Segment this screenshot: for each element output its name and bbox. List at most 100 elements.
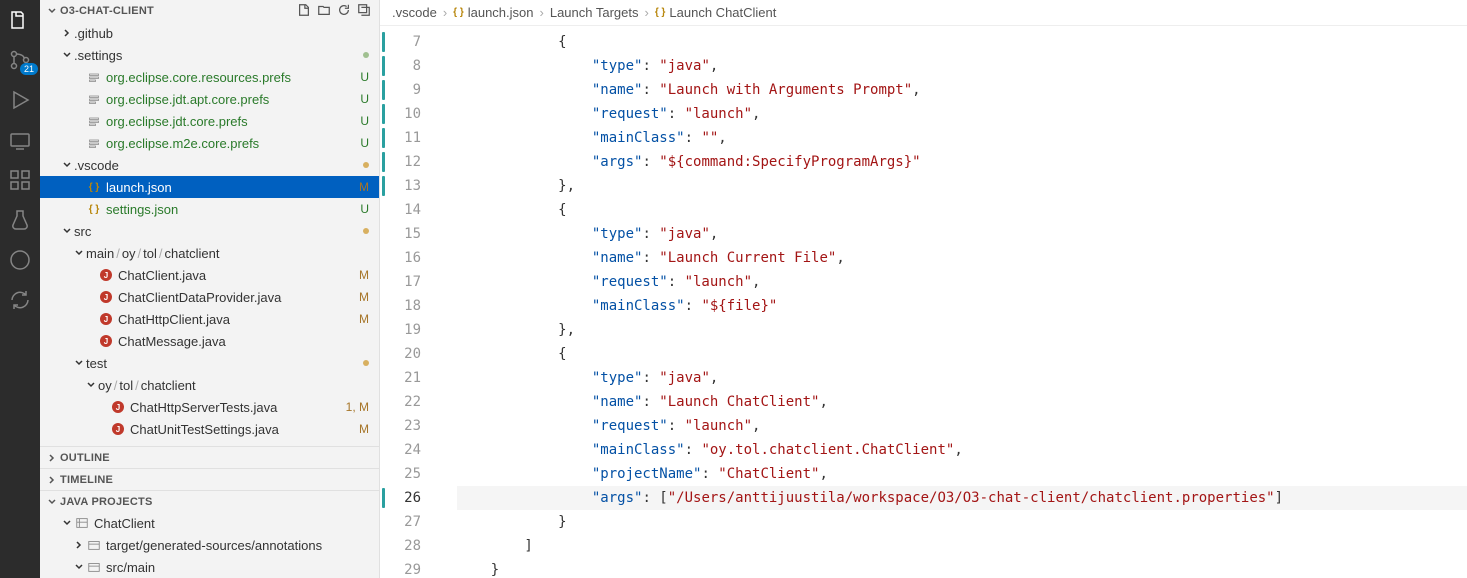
tree-row[interactable]: JChatUnitTestSettings.javaM: [40, 418, 379, 440]
git-status-badge: U: [360, 202, 369, 216]
code-line[interactable]: "type": "java",: [457, 222, 1467, 246]
tree-row[interactable]: org.eclipse.core.resources.prefsU: [40, 66, 379, 88]
tree-row[interactable]: org.eclipse.m2e.core.prefsU: [40, 132, 379, 154]
tree-row[interactable]: oy/tol/chatclient: [40, 374, 379, 396]
refresh-icon[interactable]: [337, 3, 351, 20]
tree-row[interactable]: JChatClientDataProvider.javaM: [40, 286, 379, 308]
file-tree[interactable]: .github.settingsorg.eclipse.core.resourc…: [40, 22, 379, 446]
tree-item-label: main/oy/tol/chatclient: [86, 246, 369, 261]
breadcrumb-separator: ›: [645, 5, 649, 20]
code-line[interactable]: },: [457, 174, 1467, 198]
breadcrumb-item[interactable]: { }launch.json: [453, 5, 533, 20]
outline-title: OUTLINE: [60, 452, 371, 464]
code-line[interactable]: "request": "launch",: [457, 414, 1467, 438]
code-line[interactable]: "mainClass": "oy.tol.chatclient.ChatClie…: [457, 438, 1467, 462]
chevron-down-icon[interactable]: [60, 159, 74, 171]
chevron-right-icon[interactable]: [72, 539, 86, 551]
tree-row[interactable]: .vscode: [40, 154, 379, 176]
tree-row[interactable]: { }launch.jsonM: [40, 176, 379, 198]
code-line[interactable]: {: [457, 342, 1467, 366]
code-line[interactable]: "type": "java",: [457, 366, 1467, 390]
explorer-header[interactable]: O3-CHAT-CLIENT: [40, 0, 379, 22]
new-file-icon[interactable]: [297, 3, 311, 20]
chevron-down-icon[interactable]: [60, 225, 74, 237]
tree-row[interactable]: target/generated-sources/annotations: [40, 534, 379, 556]
code-line[interactable]: "request": "launch",: [457, 102, 1467, 126]
code-line[interactable]: "mainClass": "",: [457, 126, 1467, 150]
git-status-badge: 1, M: [346, 400, 369, 414]
breadcrumb-item[interactable]: { }Launch ChatClient: [655, 5, 777, 20]
code-line[interactable]: "name": "Launch Current File",: [457, 246, 1467, 270]
git-status-badge: M: [359, 268, 369, 282]
code-line[interactable]: "request": "launch",: [457, 270, 1467, 294]
remote-icon[interactable]: [8, 128, 32, 152]
chevron-down-icon[interactable]: [72, 357, 86, 369]
scm-badge: 21: [20, 63, 38, 75]
java-projects-header[interactable]: JAVA PROJECTS: [40, 490, 379, 512]
extensions-icon[interactable]: [8, 168, 32, 192]
git-status-badge: U: [360, 92, 369, 106]
code-line[interactable]: },: [457, 318, 1467, 342]
tree-row[interactable]: JChatMessage.java: [40, 330, 379, 352]
tree-row[interactable]: .settings: [40, 44, 379, 66]
chevron-down-icon[interactable]: [72, 247, 86, 259]
code-area[interactable]: 7891011121314151617181920212223242526272…: [380, 26, 1467, 578]
tree-row[interactable]: JChatHttpClient.javaM: [40, 308, 379, 330]
testing-icon[interactable]: [8, 208, 32, 232]
project-title: O3-CHAT-CLIENT: [60, 5, 297, 17]
new-folder-icon[interactable]: [317, 3, 331, 20]
chevron-down-icon[interactable]: [60, 517, 74, 529]
sync-icon[interactable]: [8, 288, 32, 312]
tree-row[interactable]: .github: [40, 22, 379, 44]
chevron-down-icon[interactable]: [60, 49, 74, 61]
tree-row[interactable]: ChatClient: [40, 512, 379, 534]
explorer-icon[interactable]: [8, 8, 32, 32]
code-line[interactable]: "name": "Launch ChatClient",: [457, 390, 1467, 414]
tree-row[interactable]: main/oy/tol/chatclient: [40, 242, 379, 264]
java-projects-tree[interactable]: ChatClienttarget/generated-sources/annot…: [40, 512, 379, 578]
collapse-all-icon[interactable]: [357, 3, 371, 20]
code-line[interactable]: "args": "${command:SpecifyProgramArgs}": [457, 150, 1467, 174]
tree-row[interactable]: JChatHttpServerTests.java1, M: [40, 396, 379, 418]
tree-row[interactable]: org.eclipse.jdt.apt.core.prefsU: [40, 88, 379, 110]
code-content[interactable]: { "type": "java", "name": "Launch with A…: [457, 26, 1467, 578]
code-line[interactable]: "name": "Launch with Arguments Prompt",: [457, 78, 1467, 102]
code-line[interactable]: {: [457, 30, 1467, 54]
tree-row[interactable]: src/main: [40, 556, 379, 578]
chevron-down-icon: [46, 5, 60, 17]
source-control-icon[interactable]: 21: [8, 48, 32, 72]
line-number: 9: [380, 78, 435, 102]
line-number: 24: [380, 438, 435, 462]
json-file-icon: { }: [86, 204, 102, 215]
code-line[interactable]: "type": "java",: [457, 54, 1467, 78]
code-line[interactable]: "mainClass": "${file}": [457, 294, 1467, 318]
tree-row[interactable]: test: [40, 352, 379, 374]
chevron-down-icon[interactable]: [84, 379, 98, 391]
git-status-badge: M: [359, 312, 369, 326]
tree-row[interactable]: src: [40, 220, 379, 242]
chevron-right-icon: [46, 474, 60, 486]
breadcrumb-item[interactable]: .vscode: [392, 5, 437, 20]
tree-item-label: launch.json: [106, 180, 355, 195]
breadcrumb-item[interactable]: Launch Targets: [550, 5, 639, 20]
tree-row[interactable]: org.eclipse.jdt.core.prefsU: [40, 110, 379, 132]
timeline-header[interactable]: TIMELINE: [40, 468, 379, 490]
fold-gutter[interactable]: [435, 26, 457, 578]
tree-row[interactable]: { }settings.jsonU: [40, 198, 379, 220]
git-status-badge: U: [360, 136, 369, 150]
outline-header[interactable]: OUTLINE: [40, 446, 379, 468]
code-line[interactable]: {: [457, 198, 1467, 222]
chevron-down-icon[interactable]: [72, 561, 86, 573]
tree-row[interactable]: JChatClient.javaM: [40, 264, 379, 286]
code-line[interactable]: "args": ["/Users/anttijuustila/workspace…: [457, 486, 1467, 510]
breadcrumb[interactable]: .vscode›{ }launch.json›Launch Targets›{ …: [380, 0, 1467, 26]
code-line[interactable]: ]: [457, 534, 1467, 558]
chevron-right-icon[interactable]: [60, 27, 74, 39]
code-line[interactable]: "projectName": "ChatClient",: [457, 462, 1467, 486]
line-number: 17: [380, 270, 435, 294]
code-line[interactable]: }: [457, 510, 1467, 534]
run-debug-icon[interactable]: [8, 88, 32, 112]
git-status-badge: U: [360, 114, 369, 128]
code-line[interactable]: }: [457, 558, 1467, 578]
github-icon[interactable]: [8, 248, 32, 272]
